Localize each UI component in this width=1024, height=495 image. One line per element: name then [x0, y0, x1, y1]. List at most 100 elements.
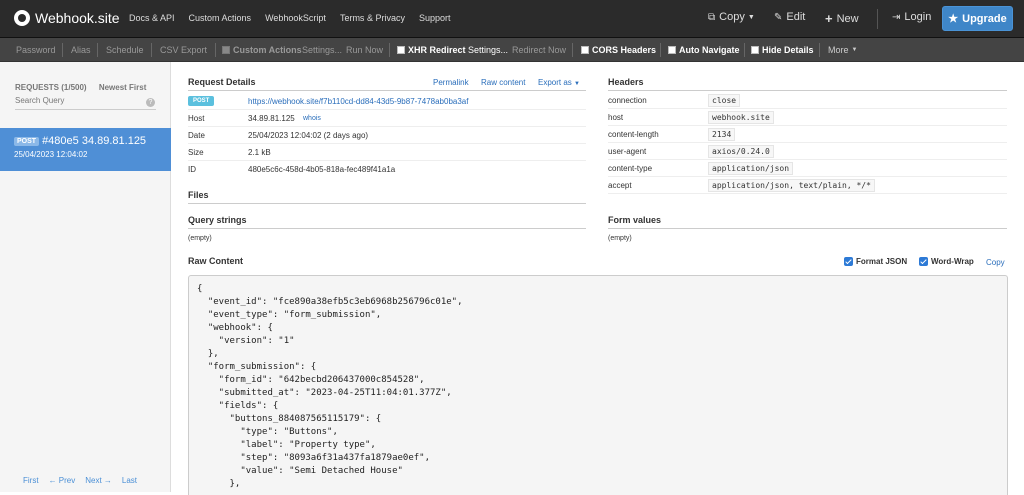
- nav-webhookscript[interactable]: WebhookScript: [265, 13, 326, 23]
- hide-details-toggle[interactable]: Hide Details: [751, 45, 814, 55]
- query-strings-title: Query strings: [188, 215, 247, 225]
- header-key: connection: [608, 96, 647, 105]
- run-now-button[interactable]: Run Now: [346, 45, 383, 55]
- login-button[interactable]: ⇥ Login: [892, 11, 931, 23]
- pager-first[interactable]: First: [23, 476, 39, 485]
- copy-label: Copy: [719, 11, 745, 23]
- header-value: close: [708, 94, 741, 107]
- header-key: user-agent: [608, 147, 647, 156]
- main-content: Request Details Permalink Raw content Ex…: [171, 62, 1024, 495]
- pager-next[interactable]: Next →: [85, 476, 112, 485]
- copy-button[interactable]: ⧉ Copy ▼: [708, 11, 755, 23]
- upgrade-button[interactable]: ★ Upgrade: [942, 6, 1013, 31]
- header-value: axios/0.24.0: [708, 145, 774, 158]
- divider: [188, 143, 586, 144]
- copy-raw-link[interactable]: Copy: [986, 258, 1005, 267]
- raw-content-link[interactable]: Raw content: [481, 78, 525, 87]
- divider: [608, 108, 1007, 109]
- headers-title: Headers: [608, 77, 644, 87]
- divider: [188, 203, 586, 204]
- request-title: #480e5 34.89.81.125: [42, 135, 147, 147]
- redirect-now-button[interactable]: Redirect Now: [512, 45, 566, 55]
- method-badge: POST: [14, 136, 40, 146]
- more-label: More: [828, 45, 849, 55]
- header-key: host: [608, 113, 624, 122]
- checkbox-icon: [397, 46, 405, 54]
- checkbox-icon: [668, 46, 676, 54]
- webhook-url-link[interactable]: https://webhook.site/f7b110cd-dd84-43d5-…: [248, 97, 468, 106]
- new-button[interactable]: + New: [825, 11, 859, 26]
- divider: [188, 160, 586, 161]
- csv-export-button[interactable]: CSV Export: [160, 45, 207, 55]
- requests-count: REQUESTS (1/500): [15, 83, 87, 92]
- nav-custom-actions[interactable]: Custom Actions: [189, 13, 252, 23]
- cors-headers-toggle[interactable]: CORS Headers: [581, 45, 656, 55]
- request-list-item[interactable]: POST #480e5 34.89.81.125 25/04/2023 12:0…: [0, 128, 171, 171]
- nav-terms-privacy[interactable]: Terms & Privacy: [340, 13, 405, 23]
- divider: [188, 228, 586, 229]
- divider: [608, 125, 1007, 126]
- more-menu-button[interactable]: More ▼: [828, 45, 857, 55]
- divider: [608, 176, 1007, 177]
- format-json-label: Format JSON: [856, 257, 908, 266]
- size-label: Size: [188, 148, 204, 157]
- date-value: 25/04/2023 12:04:02 (2 days ago): [248, 131, 369, 140]
- search-query-input[interactable]: Search Query: [15, 96, 156, 110]
- caret-down-icon: ▼: [747, 13, 755, 21]
- sort-order-button[interactable]: Newest First: [99, 83, 147, 92]
- size-value: 2.1 kB: [248, 148, 271, 157]
- host-label: Host: [188, 114, 205, 123]
- request-date: 25/04/2023 12:04:02: [14, 150, 88, 159]
- checkbox-checked-icon: [919, 257, 928, 266]
- new-label: New: [836, 12, 859, 25]
- alias-button[interactable]: Alias: [71, 45, 91, 55]
- nav-support[interactable]: Support: [419, 13, 451, 23]
- edit-label: Edit: [786, 11, 806, 23]
- divider: [188, 109, 586, 110]
- help-icon[interactable]: ?: [146, 98, 155, 107]
- date-label: Date: [188, 131, 205, 140]
- divider: [188, 126, 586, 127]
- header-value: webhook.site: [708, 111, 774, 124]
- copy-icon: ⧉: [708, 11, 716, 23]
- brand[interactable]: Webhook.site: [14, 10, 120, 26]
- nav-docs-api[interactable]: Docs & API: [129, 13, 175, 23]
- divider: [660, 43, 661, 57]
- pager-last[interactable]: Last: [122, 476, 137, 485]
- raw-content-body[interactable]: { "event_id": "fce890a38efb5c3eb6968b256…: [188, 275, 1008, 495]
- query-strings-empty: (empty): [188, 235, 212, 242]
- password-button[interactable]: Password: [16, 45, 56, 55]
- divider: [608, 90, 1007, 91]
- divider: [877, 9, 878, 29]
- divider: [188, 90, 586, 91]
- upgrade-label: Upgrade: [962, 12, 1007, 25]
- custom-actions-label: Custom Actions: [233, 45, 302, 55]
- requests-header: REQUESTS (1/500) Newest First: [15, 83, 146, 92]
- header-key: content-type: [608, 164, 653, 173]
- auto-navigate-toggle[interactable]: Auto Navigate: [668, 45, 740, 55]
- custom-actions-settings[interactable]: Settings...: [302, 45, 342, 55]
- whois-link[interactable]: whois: [303, 115, 321, 122]
- header-value: 2134: [708, 128, 736, 141]
- edit-button[interactable]: ✎ Edit: [774, 11, 805, 23]
- hide-details-label: Hide Details: [762, 45, 814, 55]
- divider: [608, 159, 1007, 160]
- divider: [62, 43, 63, 57]
- custom-actions-toggle[interactable]: Custom Actions: [222, 45, 302, 55]
- permalink-link[interactable]: Permalink: [433, 78, 469, 87]
- webhook-logo-icon: [14, 10, 30, 26]
- divider: [389, 43, 390, 57]
- export-as-dropdown[interactable]: Export as ▼: [538, 78, 580, 87]
- main-nav: Docs & API Custom Actions WebhookScript …: [129, 13, 450, 23]
- id-value: 480e5c6c-458d-4b05-818a-fec489f41a1a: [248, 165, 396, 174]
- format-json-checkbox[interactable]: Format JSON: [844, 257, 907, 266]
- xhr-settings[interactable]: Settings...: [468, 45, 508, 55]
- star-icon: ★: [948, 13, 959, 25]
- auto-navigate-label: Auto Navigate: [679, 45, 740, 55]
- pager-prev[interactable]: ← Prev: [49, 476, 76, 485]
- schedule-button[interactable]: Schedule: [106, 45, 144, 55]
- caret-down-icon: ▼: [851, 47, 858, 53]
- word-wrap-checkbox[interactable]: Word-Wrap: [919, 257, 974, 266]
- divider: [608, 228, 1007, 229]
- xhr-redirect-toggle[interactable]: XHR Redirect: [397, 45, 466, 55]
